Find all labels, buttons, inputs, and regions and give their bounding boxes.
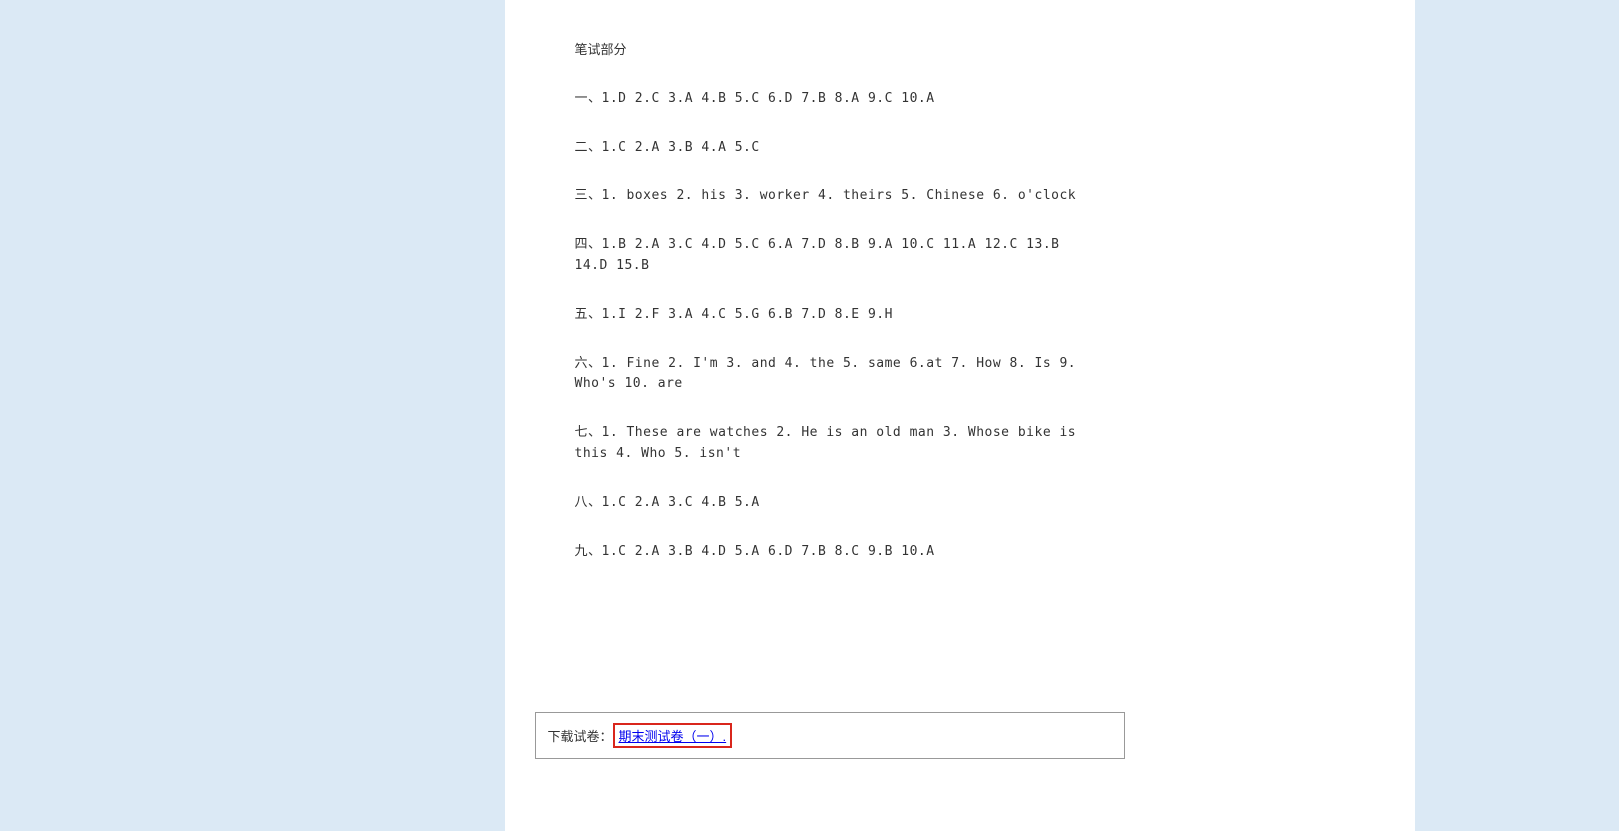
download-box: 下载试卷：期末测试卷（一）. <box>535 712 1125 759</box>
page-container: 笔试部分 一、1.D 2.C 3.A 4.B 5.C 6.D 7.B 8.A 9… <box>205 0 1415 831</box>
answer-line-3: 三、1. boxes 2. his 3. worker 4. theirs 5.… <box>575 186 1095 207</box>
answer-line-4: 四、1.B 2.A 3.C 4.D 5.C 6.A 7.D 8.B 9.A 10… <box>575 235 1095 277</box>
answer-line-8: 八、1.C 2.A 3.C 4.B 5.A <box>575 493 1095 514</box>
main-content-area: 笔试部分 一、1.D 2.C 3.A 4.B 5.C 6.D 7.B 8.A 9… <box>505 0 1145 831</box>
download-label: 下载试卷： <box>548 729 613 744</box>
answer-line-6: 六、1. Fine 2. I'm 3. and 4. the 5. same 6… <box>575 354 1095 396</box>
section-title: 笔试部分 <box>575 40 1095 61</box>
answer-line-2: 二、1.C 2.A 3.B 4.A 5.C <box>575 138 1095 159</box>
answer-section: 笔试部分 一、1.D 2.C 3.A 4.B 5.C 6.D 7.B 8.A 9… <box>575 40 1095 562</box>
answer-line-5: 五、1.I 2.F 3.A 4.C 5.G 6.B 7.D 8.E 9.H <box>575 305 1095 326</box>
answer-line-1: 一、1.D 2.C 3.A 4.B 5.C 6.D 7.B 8.A 9.C 10… <box>575 89 1095 110</box>
answer-line-9: 九、1.C 2.A 3.B 4.D 5.A 6.D 7.B 8.C 9.B 10… <box>575 542 1095 563</box>
answer-line-7: 七、1. These are watches 2. He is an old m… <box>575 423 1095 465</box>
sidebar-panel <box>1145 0 1415 831</box>
download-link[interactable]: 期末测试卷（一）. <box>613 723 733 748</box>
